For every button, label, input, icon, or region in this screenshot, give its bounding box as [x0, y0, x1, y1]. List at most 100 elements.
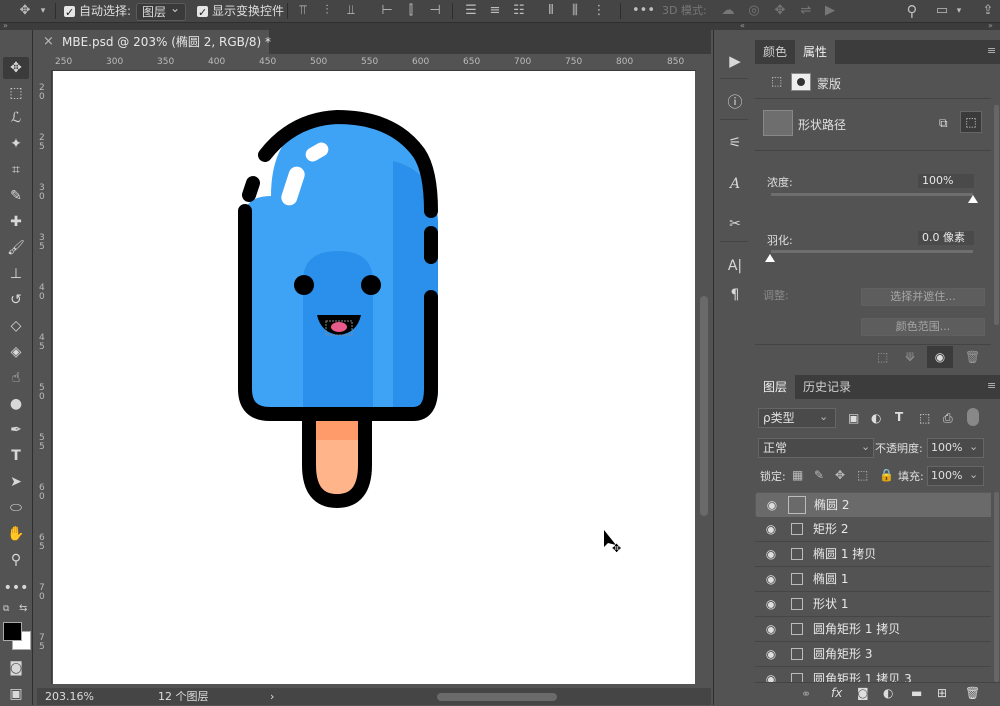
ruler-origin[interactable] — [37, 56, 54, 71]
filter-shape-icon[interactable]: ⬚ — [919, 411, 930, 425]
distribute-hcenter-icon[interactable]: ⫼ — [566, 0, 584, 22]
filter-pixel-icon[interactable]: ▣ — [848, 411, 859, 425]
load-selection-icon[interactable]: ⬚ — [877, 350, 888, 364]
screen-mode-icon[interactable]: ▣ — [3, 683, 29, 705]
align-hcenter-icon[interactable]: ⫿ — [402, 0, 420, 22]
filter-toggle-icon[interactable] — [967, 408, 979, 426]
visibility-eye-icon[interactable]: ◉ — [763, 542, 779, 566]
pixel-mask-icon[interactable] — [791, 73, 811, 91]
filter-smartobject-icon[interactable]: ⎙ — [943, 411, 953, 426]
dodge-tool-icon[interactable]: ● — [3, 393, 29, 415]
add-mask-footer-icon[interactable]: ◙ — [857, 686, 869, 700]
horizontal-ruler[interactable]: 250 300 350 400 450 500 550 600 650 700 750 800 850 — [53, 56, 696, 71]
layer-style-icon[interactable]: fx — [831, 686, 842, 700]
history-brush-tool-icon[interactable]: ↺ — [3, 289, 29, 311]
path-selection-tool-icon[interactable]: ➤ — [3, 471, 29, 493]
apply-mask-icon[interactable]: ⟱ — [905, 350, 915, 364]
filter-adjustment-icon[interactable]: ◐ — [871, 411, 881, 425]
kind-filter-dropdown-icon[interactable]: ⌄ — [819, 410, 828, 423]
crop-tool-icon[interactable]: ⌗ — [3, 159, 29, 181]
quick-mask-icon[interactable]: ◙ — [3, 657, 29, 679]
share-icon[interactable]: ⇪ — [978, 0, 998, 22]
move-tool-icon[interactable]: ✥ — [14, 0, 36, 22]
feather-slider[interactable] — [771, 250, 973, 253]
properties-scrollbar[interactable] — [994, 105, 999, 325]
select-and-mask-button[interactable]: 选择并遮住... — [861, 288, 985, 306]
document-canvas[interactable]: ✥ — [53, 71, 695, 684]
zoom-level[interactable]: 203.16% — [45, 688, 94, 705]
tools-preset-icon[interactable]: ✂ — [722, 213, 748, 235]
type-tool-icon[interactable]: T — [3, 445, 29, 467]
layer-row[interactable]: ◉ 椭圆 1 — [755, 567, 991, 592]
clone-stamp-tool-icon[interactable]: ⊥ — [3, 263, 29, 285]
layer-row[interactable]: ◉ 椭圆 1 拷贝 — [755, 542, 991, 567]
align-right-icon[interactable]: ⊣ — [426, 0, 444, 22]
tab-color[interactable]: 颜色 — [755, 40, 795, 64]
smudge-tool-icon[interactable]: ☝ — [3, 367, 29, 389]
layer-row[interactable]: ◉ 圆角矩形 3 — [755, 642, 991, 667]
paragraph-icon[interactable]: ¶ — [722, 284, 748, 306]
magic-wand-tool-icon[interactable]: ✦ — [3, 133, 29, 155]
new-layer-icon[interactable]: ⊞ — [937, 686, 947, 700]
brush-tool-icon[interactable]: 🖌 — [3, 237, 29, 259]
workspace-icon[interactable]: ▭ — [932, 0, 952, 22]
pen-tool-icon[interactable]: ✒ — [3, 419, 29, 441]
layers-scrollbar[interactable] — [994, 492, 999, 682]
new-group-icon[interactable]: ▬ — [911, 686, 922, 700]
lock-transparency-icon[interactable]: ▦ — [792, 468, 803, 482]
show-transform-checkbox[interactable]: 显示变换控件 — [197, 0, 284, 24]
3d-scale-icon[interactable]: ▶ — [820, 0, 840, 22]
close-tab-icon[interactable]: × — [43, 30, 54, 54]
character-icon[interactable]: A — [722, 173, 748, 195]
lock-position-icon[interactable]: ✥ — [835, 468, 845, 482]
feather-field[interactable]: 0.0 像素 — [918, 231, 974, 245]
adjustments-icon[interactable]: ⚟ — [722, 132, 748, 154]
toggle-mask-visibility-icon[interactable]: ◉ — [927, 346, 953, 368]
horizontal-scroll-thumb[interactable] — [437, 693, 557, 701]
tab-history[interactable]: 历史记录 — [795, 375, 859, 399]
ellipse-tool-icon[interactable]: ⬭ — [3, 497, 29, 519]
density-field[interactable]: 100% — [918, 174, 974, 188]
visibility-eye-icon[interactable]: ◉ — [763, 642, 779, 666]
align-bottom-icon[interactable]: ⫫ — [342, 0, 360, 22]
eraser-tool-icon[interactable]: ◇ — [3, 315, 29, 337]
density-slider[interactable] — [771, 193, 973, 196]
tool-preset-dropdown-icon[interactable]: ▾ — [36, 0, 50, 22]
tab-layers[interactable]: 图层 — [755, 375, 796, 399]
distribute-vcenter-icon[interactable]: ≡ — [486, 0, 504, 22]
layer-row[interactable]: ◉ 椭圆 2 — [755, 492, 991, 518]
align-vcenter-icon[interactable]: ⫶ — [318, 0, 336, 22]
distribute-bottom-icon[interactable]: ☷ — [510, 0, 528, 22]
swap-colors-icon[interactable]: ⇆ — [19, 603, 27, 614]
density-slider-thumb[interactable] — [968, 195, 978, 203]
3d-orbit-icon[interactable]: ☁ — [718, 0, 738, 22]
hand-tool-icon[interactable]: ✋ — [3, 523, 29, 545]
filter-type-icon[interactable]: T — [895, 410, 903, 424]
add-mask-icon[interactable]: ⧉ — [939, 116, 948, 131]
vertical-scroll-thumb[interactable] — [700, 296, 708, 516]
visibility-eye-icon[interactable]: ◉ — [763, 517, 779, 541]
layer-row[interactable]: ◉ 圆角矩形 1 拷贝 3 — [755, 667, 991, 682]
document-tab[interactable]: × MBE.psd @ 203% (椭圆 2, RGB/8) * — [37, 30, 271, 54]
distribute-top-icon[interactable]: ☰ — [462, 0, 480, 22]
vector-mask-button-icon[interactable]: ⬚ — [960, 111, 982, 133]
visibility-eye-icon[interactable]: ◉ — [764, 493, 780, 517]
info-icon[interactable]: ⓘ — [722, 91, 748, 113]
3d-pan-icon[interactable]: ✥ — [770, 0, 790, 22]
default-colors-icon[interactable]: ⧉ — [3, 604, 9, 614]
new-adjustment-icon[interactable]: ◐ — [883, 686, 893, 700]
fill-dropdown-icon[interactable]: ⌄ — [969, 468, 978, 481]
3d-slide-icon[interactable]: ⇌ — [796, 0, 816, 22]
edit-toolbar-icon[interactable]: ••• — [3, 577, 29, 599]
blend-mode-dropdown[interactable]: 正常 — [758, 438, 874, 458]
collapse-iconstrip-icon[interactable]: « — [740, 21, 745, 30]
blend-mode-dropdown-icon[interactable]: ⌄ — [861, 440, 870, 453]
search-icon[interactable]: ⚲ — [902, 0, 922, 22]
vector-mask-icon[interactable]: ⬚ — [771, 74, 782, 88]
lasso-tool-icon[interactable]: ℒ — [3, 107, 29, 129]
move-tool-icon[interactable]: ✥ — [3, 57, 29, 79]
tab-properties[interactable]: 属性 — [795, 40, 836, 64]
feather-slider-thumb[interactable] — [765, 254, 775, 262]
layer-row[interactable]: ◉ 矩形 2 — [755, 517, 991, 542]
3d-roll-icon[interactable]: ◎ — [744, 0, 764, 22]
